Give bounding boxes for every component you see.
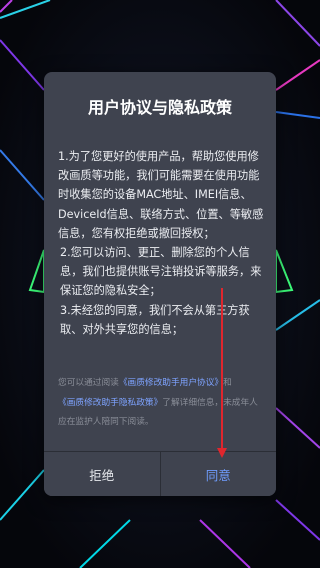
privacy-dialog: 用户协议与隐私政策 1.为了您更好的使用产品，帮助您使用修改画质等功能，我们可能…	[44, 72, 276, 496]
dialog-title: 用户协议与隐私政策	[87, 98, 232, 117]
reject-button[interactable]: 拒绝	[44, 452, 160, 496]
notice-text: 您可以通过阅读《画质修改助手用户协议》和 《画质修改助手隐私政策》了解详细信息，未…	[58, 374, 266, 433]
privacy-policy-link[interactable]: 《画质修改助手隐私政策》	[58, 398, 162, 408]
paragraph-1: 1.为了您更好的使用产品，帮助您使用修改画质等功能，我们可能需要在使用功能时收集…	[58, 150, 264, 240]
dialog-body: 1.为了您更好的使用产品，帮助您使用修改画质等功能，我们可能需要在使用功能时收集…	[58, 147, 266, 339]
dialog-button-row: 拒绝 同意	[44, 451, 276, 496]
paragraph-3: 3.未经您的同意，我们不会从第三方获取、对外共享您的信息；	[60, 303, 250, 336]
paragraph-2: 2.您可以访问、更正、删除您的个人信息，我们也提供账号注销投诉等服务，来保证您的…	[60, 246, 262, 298]
notice-and: 和	[223, 378, 232, 388]
notice-prefix: 您可以通过阅读	[58, 378, 119, 388]
agree-button[interactable]: 同意	[159, 452, 276, 496]
user-agreement-link[interactable]: 《画质修改助手用户协议》	[119, 378, 223, 388]
